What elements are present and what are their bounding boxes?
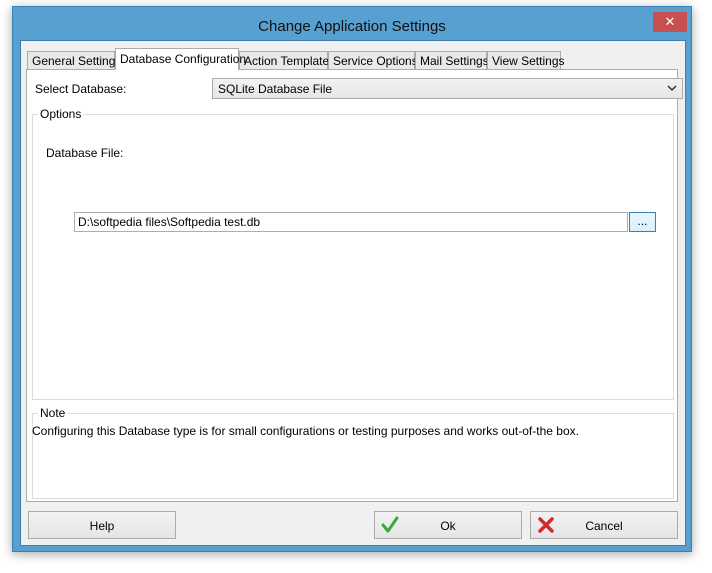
help-button-label: Help [89,519,115,533]
chevron-down-icon [667,81,677,98]
tab-mail-settings[interactable]: Mail Settings [415,51,489,69]
close-button[interactable]: ✕ [653,12,687,32]
note-legend: Note [38,406,68,420]
ok-button-label: Ok [440,519,456,533]
help-button[interactable]: Help [28,511,176,539]
tab-general-settings[interactable]: General Settings [27,51,121,69]
options-group: Options [32,107,674,400]
database-file-label: Database File: [46,146,124,160]
options-legend: Options [38,107,84,121]
tab-view-settings[interactable]: View Settings [487,51,565,69]
close-icon: ✕ [664,14,676,29]
dialog-client-area: General Settings Database Configuration … [20,40,686,546]
tab-database-configuration[interactable]: Database Configuration [115,48,246,70]
settings-window: Change Application Settings ✕ General Se… [12,6,692,552]
select-database-label: Select Database: [35,82,127,96]
ok-button[interactable]: Ok [374,511,522,539]
browse-button[interactable]: ... [629,212,656,232]
window-title: Change Application Settings [258,18,446,35]
cancel-button-label: Cancel [585,519,623,533]
tab-service-options[interactable]: Service Options [328,51,418,69]
note-text: Configuring this Database type is for sm… [32,424,579,438]
database-file-input[interactable]: D:\softpedia files\Softpedia test.db [74,212,628,232]
cancel-button[interactable]: Cancel [530,511,678,539]
database-type-select[interactable]: SQLite Database File [212,78,683,99]
tab-action-template[interactable]: Action Template [239,51,329,69]
database-type-value: SQLite Database File [218,82,333,96]
database-configuration-panel: Select Database: SQLite Database File Op… [26,69,683,502]
